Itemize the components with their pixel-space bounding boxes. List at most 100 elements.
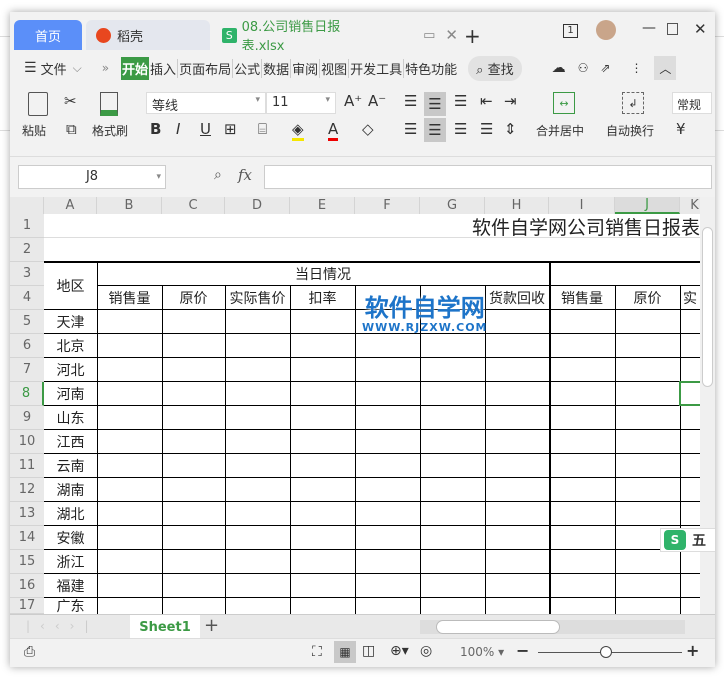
- region-cell[interactable]: 江西: [44, 430, 97, 454]
- hamburger-icon[interactable]: ☰: [24, 60, 37, 76]
- paste-button[interactable]: 粘贴: [22, 122, 46, 139]
- borders-icon[interactable]: ⊞: [224, 120, 237, 138]
- decrease-font-icon[interactable]: A⁻: [368, 92, 386, 110]
- menu-home[interactable]: 开始: [121, 56, 150, 80]
- tab-docer[interactable]: 稻壳: [86, 20, 210, 50]
- region-cell[interactable]: 河南: [44, 382, 97, 406]
- collapse-ribbon-button[interactable]: ︿: [654, 56, 677, 80]
- region-cell[interactable]: 北京: [44, 334, 97, 358]
- menu-insert[interactable]: 插入: [149, 58, 179, 78]
- wrap-text-icon[interactable]: ↲: [622, 92, 644, 114]
- distribute-icon[interactable]: ⇕: [504, 120, 517, 138]
- menu-features[interactable]: 特色功能: [404, 59, 458, 78]
- copy-icon[interactable]: ⧉: [66, 120, 77, 138]
- close-window-icon[interactable]: ✕: [694, 20, 707, 38]
- region-cell[interactable]: 天津: [44, 310, 97, 334]
- row-header-16[interactable]: 16: [10, 574, 44, 598]
- add-sheet-button[interactable]: +: [204, 615, 219, 636]
- font-color-icon[interactable]: A: [328, 120, 339, 141]
- menu-developer[interactable]: 开发工具: [349, 58, 405, 78]
- horizontal-scrollbar[interactable]: [420, 620, 685, 634]
- region-cell[interactable]: 湖南: [44, 478, 97, 502]
- column-header-G[interactable]: G: [420, 197, 485, 214]
- ime-float-badge[interactable]: S 五: [660, 528, 715, 552]
- scroll-thumb[interactable]: [702, 227, 713, 387]
- align-right-icon[interactable]: ☰: [454, 120, 467, 138]
- row-header-8[interactable]: 8: [10, 382, 44, 406]
- row-header-14[interactable]: 14: [10, 526, 44, 550]
- avatar[interactable]: [596, 20, 616, 40]
- maximize-icon[interactable]: [667, 23, 678, 35]
- select-all-corner[interactable]: [10, 197, 44, 214]
- column-header-H[interactable]: H: [485, 197, 549, 214]
- number-format-select[interactable]: 常规: [672, 92, 712, 114]
- font-select[interactable]: 等线 ▾: [146, 92, 266, 114]
- zoom-in-button[interactable]: +: [686, 641, 699, 660]
- increase-font-icon[interactable]: A⁺: [344, 92, 362, 110]
- zoom-slider[interactable]: [538, 646, 682, 658]
- column-header-I[interactable]: I: [549, 197, 615, 214]
- zoom-slider-handle[interactable]: [600, 646, 612, 658]
- merge-center-icon[interactable]: ↔: [553, 92, 575, 114]
- italic-icon[interactable]: I: [176, 120, 180, 138]
- zoom-level[interactable]: 100% ▾: [460, 645, 504, 659]
- menu-view[interactable]: 视图: [320, 58, 350, 78]
- paste-icon[interactable]: [28, 92, 48, 116]
- tab-file[interactable]: S 08.公司销售日报表.xlsx ▭ ✕: [214, 20, 458, 54]
- row-header-7[interactable]: 7: [10, 358, 44, 382]
- sheet-tab-sheet1[interactable]: Sheet1: [130, 615, 200, 639]
- font-size-select[interactable]: 11 ▾: [266, 92, 336, 114]
- align-top-icon[interactable]: ☰: [404, 92, 417, 110]
- row-header-2[interactable]: 2: [10, 238, 44, 262]
- row-header-11[interactable]: 11: [10, 454, 44, 478]
- align-bottom-icon[interactable]: ☰: [454, 92, 467, 110]
- fullscreen-icon[interactable]: ⛶: [312, 644, 322, 660]
- row-header-3[interactable]: 3: [10, 262, 44, 286]
- minimize-icon[interactable]: —: [642, 20, 656, 36]
- h-scroll-thumb[interactable]: [436, 620, 560, 634]
- row-header-17[interactable]: 17: [10, 598, 44, 614]
- normal-view-icon[interactable]: ▦: [334, 641, 356, 663]
- bold-icon[interactable]: B: [150, 120, 161, 138]
- export-icon[interactable]: ⇗: [600, 61, 610, 75]
- menu-review[interactable]: 审阅: [291, 58, 321, 78]
- column-header-A[interactable]: A: [44, 197, 97, 214]
- format-painter-button[interactable]: 格式刷: [92, 122, 128, 139]
- row-header-6[interactable]: 6: [10, 334, 44, 358]
- column-header-F[interactable]: F: [355, 197, 420, 214]
- row-header-4[interactable]: 4: [10, 286, 44, 310]
- row-header-9[interactable]: 9: [10, 406, 44, 430]
- page-count-badge[interactable]: 1: [563, 24, 578, 38]
- region-cell[interactable]: 河北: [44, 358, 97, 382]
- close-tab-icon[interactable]: ✕: [445, 26, 458, 44]
- menu-data[interactable]: 数据: [262, 58, 292, 78]
- region-cell[interactable]: 广东: [44, 598, 97, 614]
- column-header-D[interactable]: D: [225, 197, 290, 214]
- currency-icon[interactable]: ¥: [676, 120, 686, 138]
- sheet-nav-arrows[interactable]: |‹‹›|: [26, 619, 98, 633]
- new-tab-button[interactable]: +: [464, 24, 481, 48]
- menu-formulas[interactable]: 公式: [233, 58, 263, 78]
- fx-icon[interactable]: fx: [238, 166, 252, 184]
- formula-input[interactable]: [264, 165, 712, 189]
- column-header-C[interactable]: C: [162, 197, 225, 214]
- share-user-icon[interactable]: ⚇: [578, 61, 589, 75]
- macro-icon[interactable]: ⎙: [24, 644, 35, 660]
- underline-icon[interactable]: U: [200, 120, 211, 138]
- zoom-formula-icon[interactable]: ⌕: [214, 167, 222, 183]
- region-cell[interactable]: 云南: [44, 454, 97, 478]
- fill-color-icon[interactable]: ◈: [292, 120, 304, 141]
- menu-file[interactable]: 文件: [41, 59, 67, 78]
- wrap-text-button[interactable]: 自动换行: [606, 122, 654, 139]
- region-cell[interactable]: 浙江: [44, 550, 97, 574]
- align-middle-icon[interactable]: ☰: [424, 92, 446, 116]
- tab-home[interactable]: 首页: [14, 20, 82, 50]
- menu-page-layout[interactable]: 页面布局: [178, 58, 234, 78]
- zoom-out-button[interactable]: −: [516, 641, 529, 660]
- row-header-5[interactable]: 5: [10, 310, 44, 334]
- column-header-E[interactable]: E: [290, 197, 355, 214]
- format-painter-icon[interactable]: [100, 92, 118, 116]
- search-button[interactable]: ⌕ 查找: [468, 55, 522, 81]
- justify-icon[interactable]: ☰: [480, 120, 493, 138]
- name-box[interactable]: J8 ▾: [18, 165, 166, 189]
